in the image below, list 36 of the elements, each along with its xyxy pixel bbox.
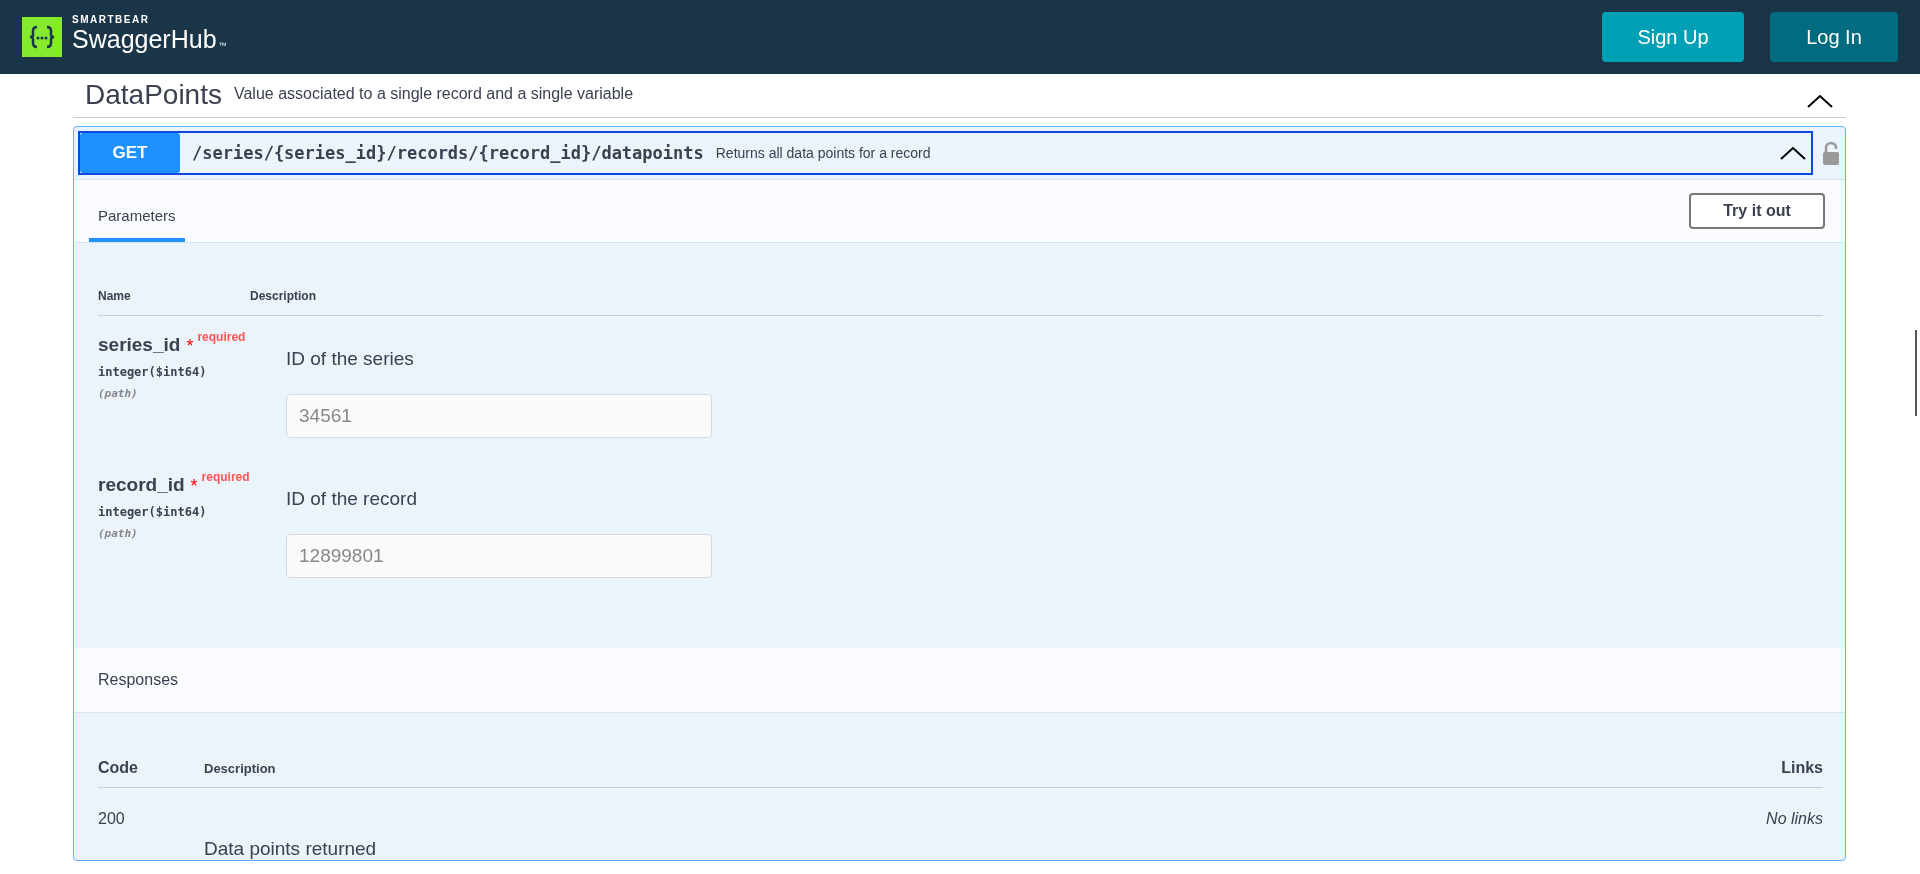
response-description: Data points returned — [204, 838, 377, 860]
required-mark: * — [190, 476, 198, 497]
response-links: No links — [1766, 810, 1823, 829]
column-header: Description — [250, 289, 316, 303]
required-label: required — [201, 470, 250, 484]
parameter-description: ID of the series — [286, 348, 415, 370]
column-header: Code — [98, 759, 139, 777]
method-badge: GET — [80, 133, 180, 173]
response-code: 200 — [98, 810, 126, 829]
parameter-type: integer($int64) — [98, 365, 208, 379]
brand-company: SMARTBEAR — [72, 14, 151, 25]
log-in-button[interactable]: Log In — [1770, 12, 1898, 62]
required-mark: * — [186, 336, 194, 357]
endpoint-path[interactable]: /series/{series_id}/records/{record_id}/datapoints — [192, 143, 704, 163]
required-label: required — [197, 330, 246, 344]
parameter-type: integer($int64) — [98, 505, 208, 519]
brand-name[interactable]: SwaggerHub™ — [72, 25, 227, 60]
scrollbar[interactable] — [1915, 330, 1917, 416]
section-title[interactable]: DataPoints — [85, 79, 222, 111]
section-description: Value associated to a single record and a single variable — [233, 85, 634, 104]
endpoint-summary: Returns all data points for a record — [715, 145, 931, 161]
parameter-name: record_id — [98, 474, 185, 496]
parameter-location: (path) — [98, 387, 139, 400]
collapse-icon[interactable] — [1806, 93, 1834, 109]
parameter-name: series_id — [98, 334, 181, 356]
column-header: Description — [204, 760, 276, 776]
parameter-location: (path) — [98, 527, 139, 540]
responses-title: Responses — [98, 671, 179, 689]
parameter-description: ID of the record — [286, 488, 418, 510]
try-it-out-button[interactable]: Try it out — [1689, 193, 1825, 229]
lock-icon[interactable] — [1821, 140, 1841, 166]
parameters-tab[interactable]: Parameters — [89, 188, 185, 242]
column-header: Links — [1781, 759, 1823, 777]
logo-icon — [22, 17, 62, 57]
collapse-icon[interactable] — [1779, 145, 1807, 161]
column-header: Name — [98, 289, 132, 303]
